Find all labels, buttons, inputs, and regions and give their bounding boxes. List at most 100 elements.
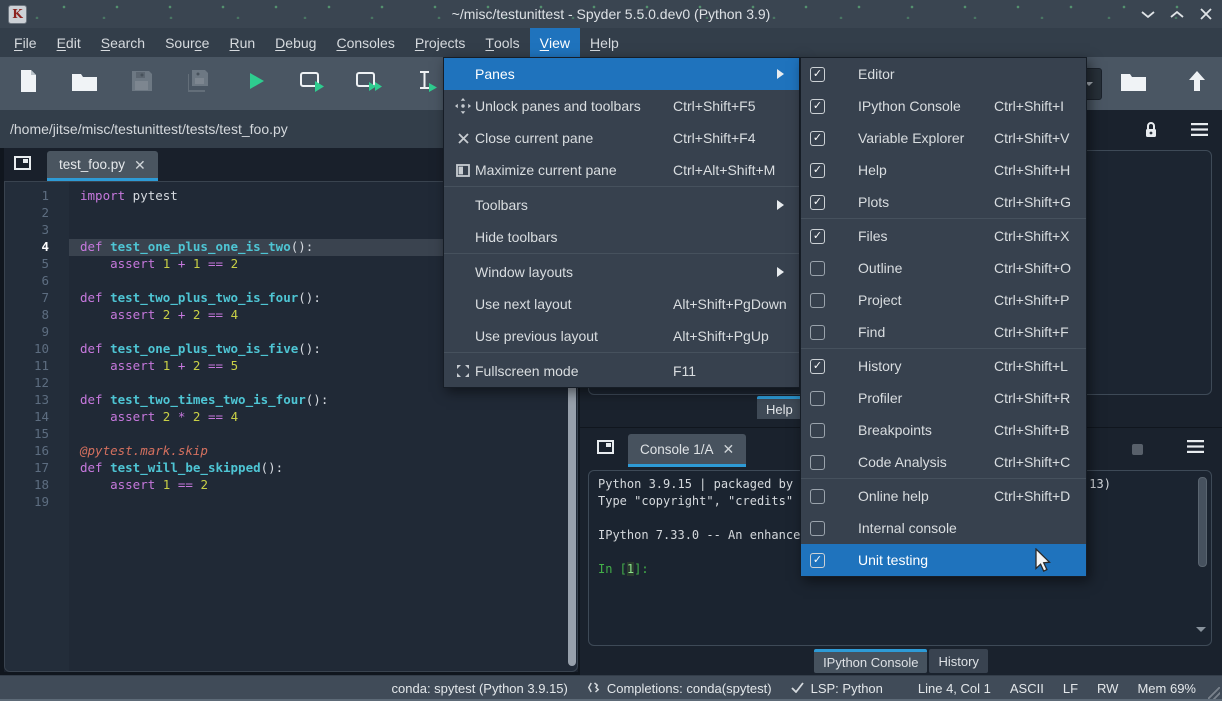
editor-tab-test-foo[interactable]: test_foo.py ✕: [47, 151, 158, 181]
view-menu-item-panes[interactable]: Panes: [444, 58, 799, 90]
readwrite-status: RW: [1097, 681, 1118, 696]
lsp-status: LSP: Python: [791, 681, 883, 696]
view-menu-item-hide-toolbars[interactable]: Hide toolbars: [444, 221, 799, 253]
menu-debug[interactable]: Debug: [265, 28, 326, 57]
panes-item-ipython-console[interactable]: ✓IPython ConsoleCtrl+Shift+I: [801, 90, 1086, 122]
panes-item-internal-console[interactable]: Internal console: [801, 512, 1086, 544]
line-number: 11: [5, 358, 69, 375]
minimize-button[interactable]: [1140, 6, 1156, 22]
panes-item-outline[interactable]: Outline Ctrl+Shift+O: [801, 252, 1086, 284]
menu-run[interactable]: Run: [219, 28, 265, 57]
line-number: 8: [5, 307, 69, 324]
run-cell-button[interactable]: [297, 68, 328, 100]
panes-item-find[interactable]: FindCtrl+Shift+F: [801, 316, 1086, 348]
menu-search[interactable]: Search: [91, 28, 155, 57]
menu-item-label: Use previous layout: [475, 328, 598, 344]
menu-item-shortcut: Ctrl+Shift+B: [994, 422, 1069, 438]
scrollbar-thumb[interactable]: [1198, 477, 1207, 567]
menu-item-label: Outline: [858, 260, 902, 276]
menu-item-label: Fullscreen mode: [475, 363, 579, 379]
code-line-16: @pytest.mark.skip: [69, 443, 577, 460]
panes-item-history[interactable]: ✓HistoryCtrl+Shift+L: [801, 350, 1086, 382]
title-bar[interactable]: K ~/misc/testunittest - Spyder 5.5.0.dev…: [0, 0, 1222, 28]
menu-item-label: Use next layout: [475, 296, 572, 312]
menu-projects[interactable]: Projects: [405, 28, 476, 57]
menu-file[interactable]: File: [4, 28, 47, 57]
run-cell-and-advance-button[interactable]: [354, 68, 385, 100]
panes-item-editor[interactable]: ✓Editor: [801, 58, 1086, 90]
panes-item-breakpoints[interactable]: Breakpoints Ctrl+Shift+B: [801, 414, 1086, 446]
checkbox-unchecked-icon: [810, 391, 825, 406]
menu-item-label: Unlock panes and toolbars: [475, 98, 641, 114]
interrupt-kernel-icon[interactable]: [1132, 444, 1143, 455]
console-scrollbar[interactable]: [1196, 475, 1207, 641]
menu-item-label: Breakpoints: [858, 422, 932, 438]
browse-tabs-icon[interactable]: [14, 156, 31, 175]
view-menu-item-use-previous-layout[interactable]: Use previous layoutAlt+Shift+PgUp: [444, 320, 799, 352]
menu-edit[interactable]: Edit: [47, 28, 91, 57]
view-menu-item-fullscreen-mode[interactable]: Fullscreen modeF11: [444, 355, 799, 387]
submenu-arrow-icon: [777, 200, 789, 210]
view-menu-item-window-layouts[interactable]: Window layouts: [444, 256, 799, 288]
line-number: 7: [5, 290, 69, 307]
close-button[interactable]: [1198, 6, 1214, 22]
panes-item-profiler[interactable]: ProfilerCtrl+Shift+R: [801, 382, 1086, 414]
menu-item-label: Profiler: [858, 390, 902, 406]
tab-ipython-console[interactable]: IPython Console: [814, 649, 927, 673]
panes-item-files[interactable]: ✓FilesCtrl+Shift+X: [801, 220, 1086, 252]
panes-submenu: ✓Editor✓IPython ConsoleCtrl+Shift+I✓Vari…: [800, 57, 1087, 577]
view-menu-item-unlock-panes-and-toolbars[interactable]: Unlock panes and toolbars Ctrl+Shift+F5: [444, 90, 799, 122]
code-line-13: def test_two_times_two_is_four():: [69, 392, 577, 409]
menu-item-label: Panes: [475, 66, 515, 82]
view-menu-item-use-next-layout[interactable]: Use next layout Alt+Shift+PgDown: [444, 288, 799, 320]
scroll-down-icon[interactable]: [1196, 627, 1206, 637]
menu-item-shortcut: Ctrl+Shift+F5: [673, 98, 755, 114]
menu-tools[interactable]: Tools: [475, 28, 529, 57]
check-icon: [791, 681, 804, 696]
fullscreen-icon: [453, 364, 473, 378]
checkbox-unchecked-icon: [810, 261, 825, 276]
view-menu-item-close-current-pane[interactable]: Close current paneCtrl+Shift+F4: [444, 122, 799, 154]
console-tab[interactable]: Console 1/A ✕: [628, 434, 746, 467]
panes-item-online-help[interactable]: Online helpCtrl+Shift+D: [801, 480, 1086, 512]
browse-working-directory-button[interactable]: [1118, 68, 1149, 100]
panes-item-project[interactable]: ProjectCtrl+Shift+P: [801, 284, 1086, 316]
panes-item-plots[interactable]: ✓PlotsCtrl+Shift+G: [801, 186, 1086, 218]
menu-item-label: Maximize current pane: [475, 162, 617, 178]
panes-item-variable-explorer[interactable]: ✓Variable ExplorerCtrl+Shift+V: [801, 122, 1086, 154]
view-menu-item-maximize-current-pane[interactable]: Maximize current paneCtrl+Alt+Shift+M: [444, 154, 799, 186]
tab-close-icon[interactable]: ✕: [723, 442, 735, 456]
open-file-button[interactable]: [69, 68, 100, 100]
line-number: 5: [5, 256, 69, 273]
help-options-menu-icon[interactable]: [1191, 123, 1208, 141]
run-file-button[interactable]: [240, 68, 271, 100]
run-icon: [246, 71, 266, 96]
menu-source[interactable]: Source: [155, 28, 219, 57]
panes-item-help[interactable]: ✓HelpCtrl+Shift+H: [801, 154, 1086, 186]
console-options-menu-icon[interactable]: [1187, 440, 1204, 458]
menu-item-shortcut: Ctrl+Shift+O: [994, 260, 1071, 276]
code-line-17: def test_will_be_skipped():: [69, 460, 577, 477]
new-file-button[interactable]: [12, 68, 43, 100]
tab-close-icon[interactable]: ✕: [134, 158, 146, 172]
mouse-cursor: [1034, 548, 1053, 578]
menu-help[interactable]: Help: [580, 28, 629, 57]
run-selection-icon: [417, 70, 437, 97]
run-selection-button[interactable]: [411, 68, 442, 100]
go-to-parent-directory-button[interactable]: [1181, 68, 1212, 100]
panes-item-code-analysis[interactable]: Code AnalysisCtrl+Shift+C: [801, 446, 1086, 478]
menu-consoles[interactable]: Consoles: [326, 28, 404, 57]
browse-tabs-icon[interactable]: [597, 440, 614, 459]
save-button[interactable]: [126, 68, 157, 100]
save-all-button[interactable]: [183, 68, 214, 100]
menu-item-shortcut: Alt+Shift+PgDown: [673, 296, 787, 312]
tab-history[interactable]: History: [929, 649, 987, 673]
view-menu-item-toolbars[interactable]: Toolbars: [444, 189, 799, 221]
new-file-icon: [18, 69, 38, 98]
resize-grip[interactable]: [1208, 687, 1220, 699]
maximize-button[interactable]: [1169, 6, 1185, 22]
lock-icon[interactable]: [1144, 121, 1158, 143]
line-number: 15: [5, 426, 69, 443]
menu-view[interactable]: View: [530, 28, 580, 57]
tab-help[interactable]: Help: [757, 396, 802, 419]
